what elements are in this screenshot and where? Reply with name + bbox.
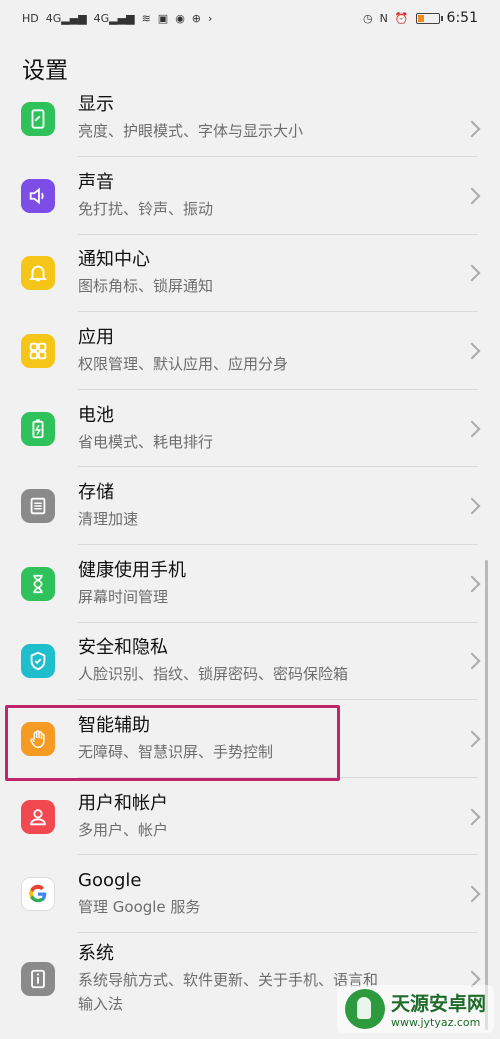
settings-list: 显示亮度、护眼模式、字体与显示大小声音免打扰、铃声、振动 通知中心图标角标、锁屏通… [0,94,500,1025]
battery-icon [415,12,443,24]
grid-icon [21,333,55,368]
status-right: ◷ N ⏰ 6:51 [363,10,478,26]
chevron-right-icon [463,264,481,282]
settings-item-title: 声音 [78,171,114,193]
settings-item-subtitle: 人脸识别、指纹、锁屏密码、密码保险箱 [78,665,349,684]
settings-item-3[interactable]: 应用权限管理、默认应用、应用分身 [0,312,500,390]
alarm-icon: ◷ [363,11,373,25]
settings-item-subtitle: 图标角标、锁屏通知 [78,277,214,296]
status-left: HD 4G▂▄▆ 4G▂▄▆ ≋ ▣ ◉ ⊕ › [22,12,212,25]
settings-item-subtitle: 管理 Google 服务 [78,898,201,917]
settings-item-subtitle: 权限管理、默认应用、应用分身 [78,354,289,373]
signal-icon-2: 4G▂▄▆ [93,11,135,25]
app-icon: ⊕ [191,11,202,25]
chevron-right-icon [463,497,481,515]
chevron-right-icon [463,730,481,748]
chevron-right-icon [463,420,481,438]
settings-item-title: 显示 [78,94,114,115]
status-time: 6:51 [446,10,478,26]
shield-icon [21,644,55,679]
settings-item-title: 智能辅助 [78,714,150,736]
settings-item-4[interactable]: 电池省电模式、耗电排行 [0,390,500,468]
settings-item-title: 用户和帐户 [78,792,168,814]
display-icon [21,102,55,136]
chevron-right-icon [463,575,481,593]
settings-item-title: 存储 [78,482,114,504]
chevron-right-icon [463,885,481,903]
chevron-right-icon [463,808,481,826]
wifi-icon: ≋ [141,11,151,25]
settings-item-7[interactable]: 安全和隐私人脸识别、指纹、锁屏密码、密码保险箱 [0,623,500,701]
sim-icon: ◉ [175,11,185,25]
settings-item-subtitle: 清理加速 [78,510,139,529]
scrollbar[interactable] [485,560,488,1030]
clock-icon: ⏰ [394,11,409,25]
info-icon [21,961,55,996]
briefcase-icon: ▣ [157,11,169,25]
hourglass-icon [21,566,55,601]
nfc-icon: N [379,11,388,25]
arrow-icon: › [208,11,213,25]
hand-icon [21,721,55,756]
watermark-url: www.jytyaz.com [390,1016,481,1029]
settings-item-0[interactable]: 显示亮度、护眼模式、字体与显示大小 [0,94,500,157]
settings-item-10[interactable]: Google 管理 Google 服务 [0,855,500,933]
chevron-right-icon [463,342,481,360]
watermark: 天源安卓网 www.jytyaz.com [336,985,494,1033]
settings-item-title: 通知中心 [78,249,150,271]
settings-item-2[interactable]: 通知中心图标角标、锁屏通知 [0,235,500,313]
settings-item-1[interactable]: 声音免打扰、铃声、振动 [0,157,500,235]
page-title: 设置 [22,58,68,84]
watermark-name: 天源安卓网 [390,993,486,1015]
status-bar: HD 4G▂▄▆ 4G▂▄▆ ≋ ▣ ◉ ⊕ › ◷ N ⏰ 6:51 [0,0,500,36]
settings-item-subtitle: 屏幕时间管理 [78,587,169,606]
chevron-right-icon [463,652,481,670]
speaker-icon [21,178,55,213]
settings-item-subtitle: 省电模式、耗电排行 [78,432,214,451]
settings-item-6[interactable]: 健康使用手机 屏幕时间管理 [0,545,500,623]
chevron-right-icon [463,187,481,205]
settings-item-title: Google [78,870,142,892]
settings-item-9[interactable]: 用户和帐户多用户、帐户 [0,778,500,856]
settings-item-5[interactable]: 存储 清理加速 [0,467,500,545]
bell-icon [21,256,55,291]
settings-item-subtitle: 多用户、帐户 [78,820,169,839]
settings-item-subtitle: 亮度、护眼模式、字体与显示大小 [78,122,304,140]
watermark-logo-icon [344,989,385,1029]
settings-item-title: 系统 [78,942,114,964]
chevron-right-icon [463,120,481,137]
google-icon [21,877,55,912]
hd-icon: HD [22,11,39,25]
storage-icon [21,489,55,524]
settings-item-title: 安全和隐私 [78,637,168,659]
settings-item-title: 应用 [78,326,114,348]
settings-item-title: 电池 [78,404,114,426]
settings-item-subtitle: 无障碍、智慧识屏、手势控制 [78,742,274,761]
signal-icon: 4G▂▄▆ [45,11,87,25]
settings-item-8[interactable]: 智能辅助无障碍、智慧识屏、手势控制 [0,700,500,778]
settings-item-title: 健康使用手机 [78,559,186,581]
settings-item-subtitle: 免打扰、铃声、振动 [78,199,214,218]
battery-icon [21,411,55,446]
user-icon [21,799,55,834]
